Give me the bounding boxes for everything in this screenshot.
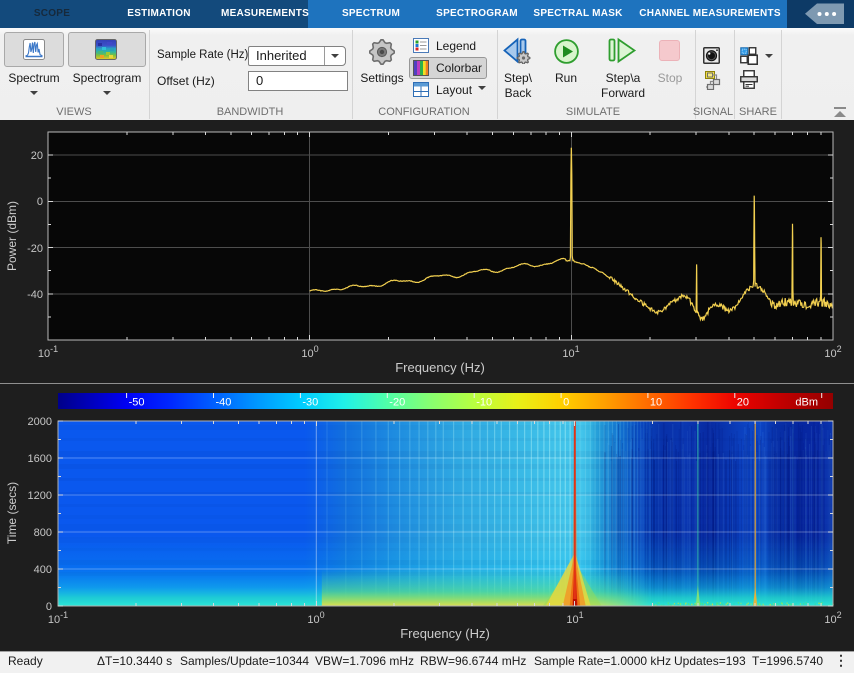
svg-text:1200: 1200	[28, 490, 52, 502]
svg-text:-20: -20	[27, 243, 43, 255]
svg-text:2000: 2000	[28, 416, 52, 428]
svg-text:400: 400	[34, 564, 52, 576]
svg-text:-30: -30	[302, 397, 318, 409]
svg-text:1600: 1600	[28, 453, 52, 465]
svg-text:dBm: dBm	[795, 397, 818, 409]
svg-text:-20: -20	[389, 397, 405, 409]
svg-text:20: 20	[737, 397, 749, 409]
svg-text:Time (secs): Time (secs)	[5, 482, 19, 544]
svg-text:0: 0	[46, 601, 52, 613]
svg-text:Frequency (Hz): Frequency (Hz)	[400, 626, 490, 641]
svg-text:10: 10	[650, 397, 662, 409]
svg-text:Power (dBm): Power (dBm)	[5, 201, 19, 271]
svg-text:Frequency (Hz): Frequency (Hz)	[395, 360, 485, 375]
svg-text:20: 20	[31, 150, 43, 162]
svg-text:-40: -40	[216, 397, 232, 409]
svg-text:0: 0	[563, 397, 569, 409]
svg-text:-10: -10	[476, 397, 492, 409]
svg-text:-40: -40	[27, 289, 43, 301]
svg-text:800: 800	[34, 527, 52, 539]
svg-text:0: 0	[37, 196, 43, 208]
svg-text:-50: -50	[129, 397, 145, 409]
